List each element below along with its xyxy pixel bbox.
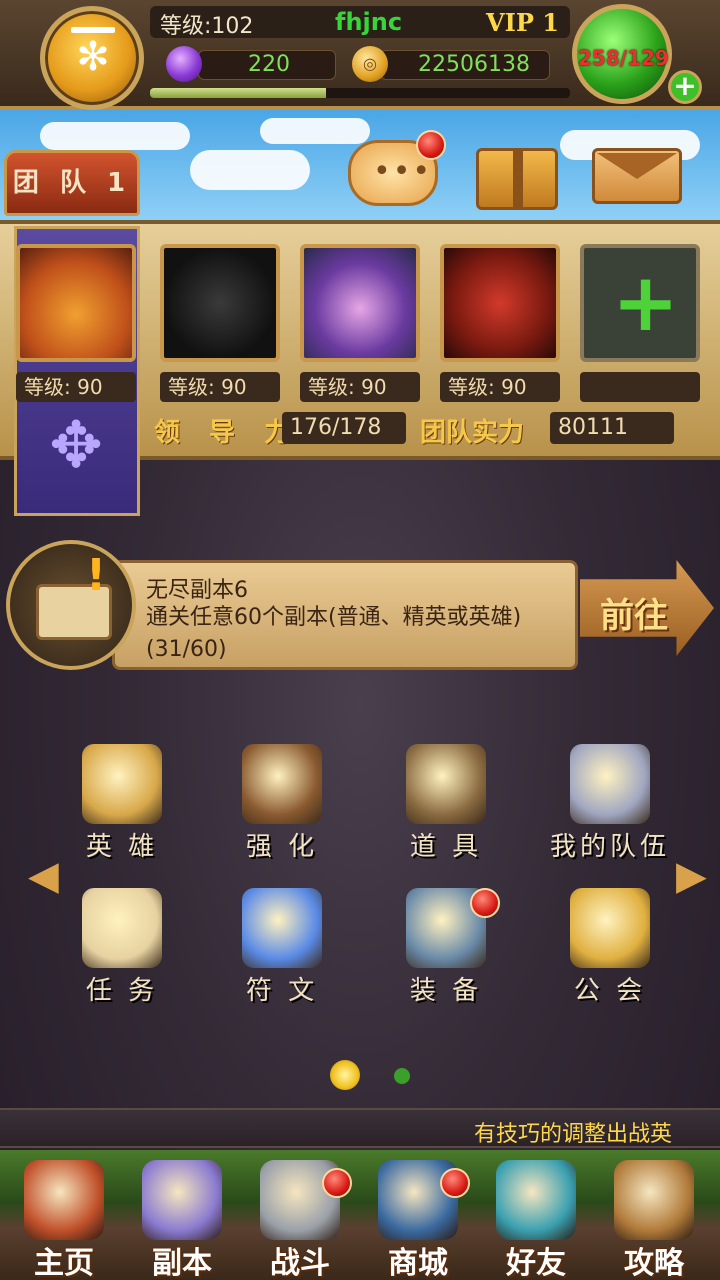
menu-label: 公 会 xyxy=(573,976,647,1006)
hero-level-4: 等级: 90 xyxy=(440,372,560,402)
nav-label: 战斗 xyxy=(270,1246,330,1280)
nav-notification-badge xyxy=(440,1168,470,1198)
hero-level-5 xyxy=(580,372,700,402)
backpack-icon xyxy=(406,744,486,824)
guide-book-icon xyxy=(614,1160,694,1240)
nav-label: 攻略 xyxy=(624,1246,684,1280)
add-stamina-button[interactable]: + xyxy=(668,70,702,104)
nav-item-3[interactable]: 战斗 xyxy=(242,1160,358,1280)
hero-slot-1[interactable] xyxy=(16,244,136,362)
xp-progress-bar xyxy=(150,88,570,98)
menu-label: 我的队伍 xyxy=(550,832,671,862)
team-tab[interactable]: 团 队 1 xyxy=(4,150,140,216)
nav-item-1[interactable]: 主页 xyxy=(6,1160,122,1280)
hero-slot-4[interactable] xyxy=(440,244,560,362)
nav-item-4[interactable]: 商城 xyxy=(360,1160,476,1280)
menu-item-3[interactable]: 道 具 xyxy=(386,744,506,864)
player-name: fhjnc xyxy=(335,8,403,36)
quest-scroll-icon xyxy=(6,540,136,670)
nav-item-5[interactable]: 好友 xyxy=(478,1160,594,1280)
nav-label: 好友 xyxy=(506,1246,566,1280)
player-level: 等级:102 xyxy=(160,14,254,39)
house-icon xyxy=(24,1160,104,1240)
menu-item-1[interactable]: 英 雄 xyxy=(62,744,182,864)
hero-level-3: 等级: 90 xyxy=(300,372,420,402)
menu-item-7[interactable]: 装 备 xyxy=(386,888,506,1008)
leadership-label: 领 导 力 xyxy=(154,418,301,448)
page-indicator xyxy=(394,1068,410,1084)
nav-label: 主页 xyxy=(34,1246,94,1280)
nav-label: 副本 xyxy=(152,1246,212,1280)
menu-label: 符 文 xyxy=(245,976,319,1006)
go-button-label: 前往 xyxy=(600,596,668,636)
menu-label: 强 化 xyxy=(245,832,319,862)
add-hero-plus-icon: + xyxy=(612,256,680,349)
nav-notification-badge xyxy=(322,1168,352,1198)
ticker-text: 有技巧的调整出战英 xyxy=(474,1122,673,1147)
menu-label: 装 备 xyxy=(409,976,483,1006)
gem-icon xyxy=(166,46,202,82)
nav-label: 商城 xyxy=(388,1246,448,1280)
menu-label: 任 务 xyxy=(85,976,159,1006)
hero-slot-2[interactable] xyxy=(160,244,280,362)
crossed-swords-icon xyxy=(570,744,650,824)
game-home-screen: ✻ 等级:102 fhjnc VIP 1 ◎ 220 22506138 258/… xyxy=(0,0,720,1280)
chevron-left-icon[interactable]: ◀ xyxy=(28,856,59,896)
hero-level-2: 等级: 90 xyxy=(160,372,280,402)
quest-title: 无尽副本6 xyxy=(146,578,248,603)
menu-item-4[interactable]: 我的队伍 xyxy=(550,744,670,864)
friends-icon xyxy=(496,1160,576,1240)
menu-item-2[interactable]: 强 化 xyxy=(222,744,342,864)
guild-shield-icon xyxy=(570,888,650,968)
menu-item-5[interactable]: 任 务 xyxy=(62,888,182,1008)
snowflake-rank-icon: ✻ xyxy=(76,34,110,80)
team-power-label: 团队实力 xyxy=(420,418,525,448)
team-emblem-icon: ✥ xyxy=(49,409,103,483)
menu-label: 英 雄 xyxy=(85,832,159,862)
team-power-value: 80111 xyxy=(550,412,674,444)
empty-hero-slot[interactable]: + xyxy=(580,244,700,362)
player-avatar[interactable]: ✻ xyxy=(40,6,144,110)
page-indicator-active xyxy=(330,1060,360,1090)
menu-item-6[interactable]: 符 文 xyxy=(222,888,342,1008)
helmet-icon xyxy=(242,744,322,824)
rank-bar-icon xyxy=(71,27,115,33)
menu-notification-badge xyxy=(470,888,500,918)
menu-item-8[interactable]: 公 会 xyxy=(550,888,670,1008)
rune-gem-icon xyxy=(242,888,322,968)
nav-item-2[interactable]: 副本 xyxy=(124,1160,240,1280)
news-ticker: 有技巧的调整出战英 xyxy=(0,1108,720,1148)
menu-label: 道 具 xyxy=(409,832,483,862)
chat-bubble-icon: ••• xyxy=(373,154,433,189)
hero-book-icon xyxy=(82,744,162,824)
gift-button[interactable] xyxy=(476,148,558,210)
hero-level-1: 等级: 90 xyxy=(16,372,136,402)
chevron-right-icon[interactable]: ▶ xyxy=(676,856,707,896)
gold-coin-icon: ◎ xyxy=(352,46,388,82)
hero-slot-3[interactable] xyxy=(300,244,420,362)
chat-notification-badge xyxy=(416,130,446,160)
mail-button[interactable] xyxy=(592,148,682,204)
skull-icon xyxy=(142,1160,222,1240)
gold-count: 22506138 xyxy=(418,52,530,77)
xp-progress-fill xyxy=(150,88,327,98)
vip-badge[interactable]: VIP 1 xyxy=(486,8,559,37)
stamina-value: 258/129 xyxy=(578,46,669,70)
leadership-value: 176/178 xyxy=(282,412,406,444)
nav-item-6[interactable]: 攻略 xyxy=(596,1160,712,1280)
quest-description: 通关任意60个副本(普通、精英或英雄)(31/60) xyxy=(146,605,522,662)
scroll-icon xyxy=(82,888,162,968)
gems-count: 220 xyxy=(248,52,290,77)
